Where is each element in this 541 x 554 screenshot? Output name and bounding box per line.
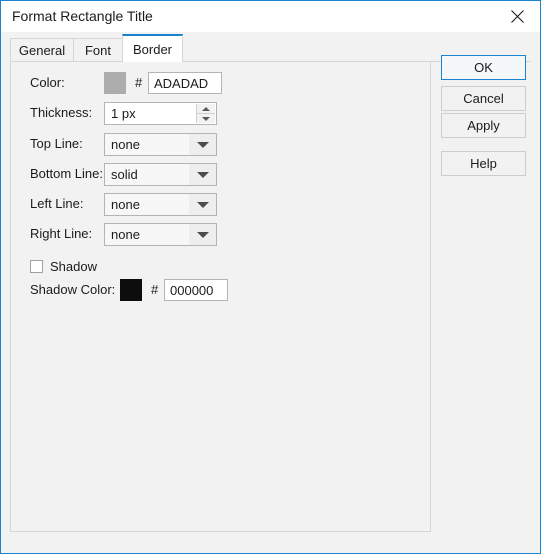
close-icon: [511, 9, 524, 23]
color-swatch[interactable]: [104, 72, 126, 94]
thickness-row: Thickness: 1 px: [11, 102, 430, 126]
bottom-line-value: solid: [111, 167, 138, 182]
color-hash-symbol: #: [135, 75, 143, 90]
help-button[interactable]: Help: [441, 151, 526, 176]
top-line-row: Top Line: none: [11, 133, 430, 157]
top-line-value: none: [111, 137, 140, 152]
chevron-down-icon: [196, 141, 209, 148]
thickness-label: Thickness:: [30, 105, 93, 120]
thickness-value: 1 px: [111, 106, 136, 121]
thickness-stepper[interactable]: 1 px: [104, 102, 217, 125]
tab-general-label: General: [18, 43, 66, 58]
shadow-color-hash-symbol: #: [151, 282, 159, 297]
top-line-label: Top Line:: [30, 136, 83, 151]
color-label: Color:: [30, 75, 65, 90]
chevron-down-icon: [196, 231, 209, 238]
top-line-arrow-box: [189, 134, 216, 155]
left-line-value: none: [111, 197, 140, 212]
tab-general[interactable]: General: [10, 38, 74, 62]
format-rectangle-title-dialog: Format Rectangle Title General Font Bord…: [0, 0, 541, 554]
shadow-checkbox[interactable]: Shadow: [30, 256, 97, 276]
right-line-select[interactable]: none: [104, 223, 217, 246]
top-line-select[interactable]: none: [104, 133, 217, 156]
thickness-spinner-buttons: [196, 104, 215, 123]
triangle-down-icon: [202, 116, 210, 121]
tab-border-label: Border: [132, 41, 173, 57]
tab-font[interactable]: Font: [73, 38, 123, 62]
bottom-line-select[interactable]: solid: [104, 163, 217, 186]
bottom-line-label: Bottom Line:: [30, 166, 103, 181]
shadow-color-row: Shadow Color: #: [11, 279, 430, 303]
chevron-down-icon: [196, 171, 209, 178]
title-bar: Format Rectangle Title: [1, 1, 540, 32]
right-line-row: Right Line: none: [11, 223, 430, 247]
bottom-line-row: Bottom Line: solid: [11, 163, 430, 187]
left-line-select[interactable]: none: [104, 193, 217, 216]
bottom-line-arrow-box: [189, 164, 216, 185]
apply-button[interactable]: Apply: [441, 113, 526, 138]
left-line-row: Left Line: none: [11, 193, 430, 217]
tab-border[interactable]: Border: [122, 34, 183, 62]
right-line-value: none: [111, 227, 140, 242]
left-line-label: Left Line:: [30, 196, 84, 211]
thickness-decrement-button[interactable]: [197, 114, 215, 123]
left-line-arrow-box: [189, 194, 216, 215]
shadow-checkbox-box: [30, 259, 43, 273]
shadow-color-hex-input[interactable]: [164, 279, 228, 301]
shadow-color-label: Shadow Color:: [30, 282, 116, 297]
thickness-increment-button[interactable]: [197, 104, 215, 114]
border-settings-panel: Color: # Thickness: 1 px T: [10, 61, 431, 532]
window-title: Format Rectangle Title: [12, 8, 153, 24]
triangle-up-icon: [202, 106, 210, 111]
chevron-down-icon: [196, 201, 209, 208]
right-line-label: Right Line:: [30, 226, 93, 241]
close-button[interactable]: [495, 1, 540, 31]
tab-font-label: Font: [84, 43, 111, 58]
right-line-arrow-box: [189, 224, 216, 245]
shadow-checkbox-label: Shadow: [50, 258, 97, 274]
cancel-button[interactable]: Cancel: [441, 86, 526, 111]
shadow-color-swatch[interactable]: [120, 279, 142, 301]
color-row: Color: #: [11, 72, 430, 96]
color-hex-input[interactable]: [148, 72, 222, 94]
ok-button[interactable]: OK: [441, 55, 526, 80]
